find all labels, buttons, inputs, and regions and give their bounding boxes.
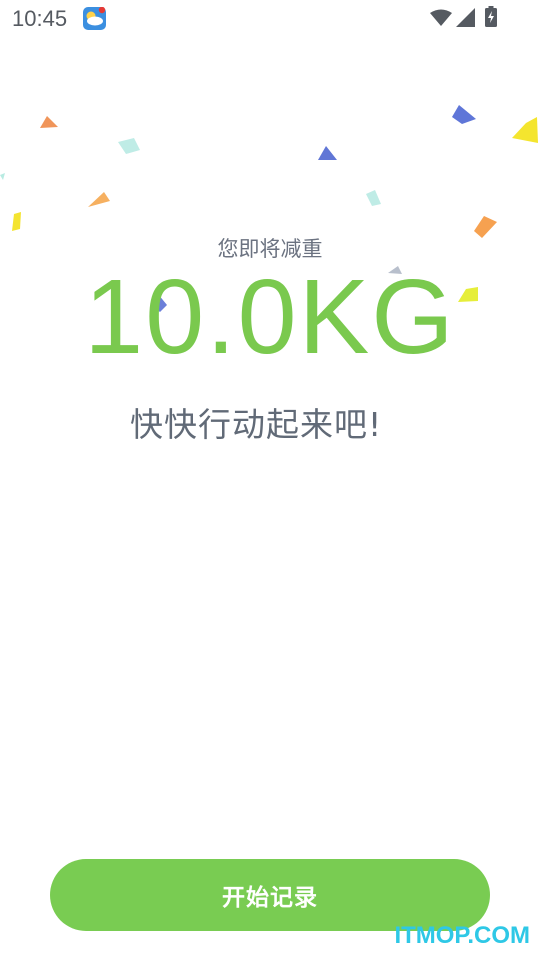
weight-loss-value: 10.0KG <box>84 258 456 376</box>
start-record-button[interactable]: 开始记录 <box>50 859 490 931</box>
screen: 10:45 您即将减重 10.0KG 快快行动起来吧! 开始记录 ITMOP.C… <box>0 0 540 960</box>
watermark-text: ITMOP.COM <box>394 922 530 949</box>
motivation-text: 快快行动起来吧! <box>130 405 383 444</box>
